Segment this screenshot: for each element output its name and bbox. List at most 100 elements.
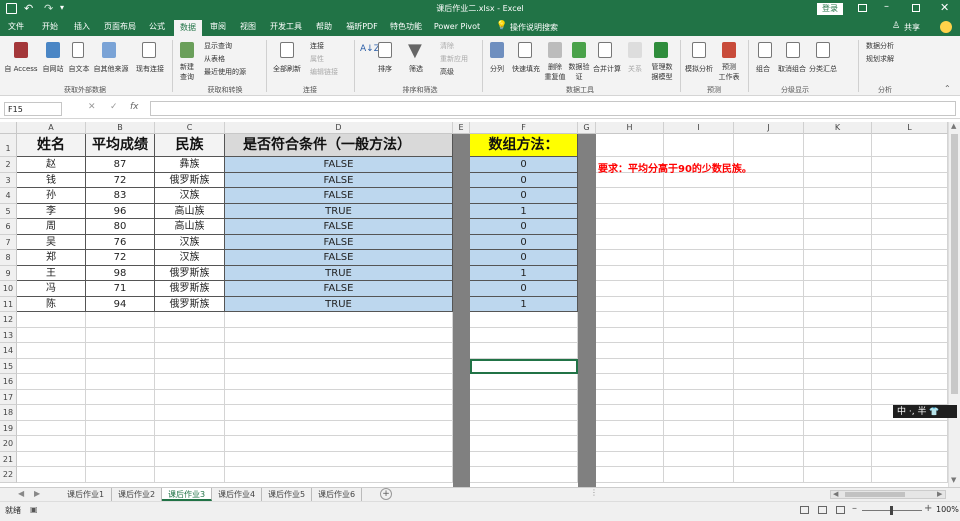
- col-f-cell[interactable]: [470, 327, 578, 343]
- cell-condition[interactable]: FALSE: [225, 172, 453, 188]
- edit-links-button[interactable]: 编辑链接: [310, 67, 338, 77]
- normal-view-icon[interactable]: [800, 506, 809, 514]
- col-a-cell[interactable]: [17, 327, 86, 343]
- col-l-cell[interactable]: [872, 451, 948, 467]
- row-header[interactable]: 19: [0, 420, 17, 436]
- subtotal-button[interactable]: 分类汇总: [808, 64, 838, 74]
- sort-button[interactable]: 排序: [374, 64, 396, 74]
- col-k-cell[interactable]: [804, 134, 872, 157]
- cell-nation[interactable]: 高山族: [155, 203, 225, 219]
- cell-condition[interactable]: FALSE: [225, 250, 453, 266]
- col-j-cell[interactable]: [734, 250, 804, 266]
- tab-insert[interactable]: 插入: [70, 18, 94, 36]
- hscroll-right-icon[interactable]: ▶: [937, 490, 942, 498]
- col-h-cell[interactable]: [596, 134, 664, 157]
- cell-condition[interactable]: FALSE: [225, 157, 453, 173]
- cell-name[interactable]: 郑: [17, 250, 86, 266]
- tab-review[interactable]: 审阅: [206, 18, 230, 36]
- column-header-l[interactable]: L: [872, 122, 948, 134]
- tab-view[interactable]: 视图: [236, 18, 260, 36]
- manage-data-model-button[interactable]: 管理数 据模型: [648, 62, 676, 82]
- column-header-e[interactable]: E: [453, 122, 470, 134]
- cell-array[interactable]: 0: [470, 281, 578, 297]
- col-l-cell[interactable]: [872, 188, 948, 204]
- col-j-cell[interactable]: [734, 436, 804, 452]
- horizontal-scrollbar[interactable]: ◀ ▶: [830, 490, 946, 499]
- tab-foxit-pdf[interactable]: 福昕PDF: [344, 18, 380, 36]
- header-condition[interactable]: 是否符合条件（一般方法）: [225, 134, 453, 157]
- sort-az-icon[interactable]: A↓Z: [360, 44, 380, 54]
- col-l-cell[interactable]: [872, 250, 948, 266]
- cell-condition[interactable]: FALSE: [225, 281, 453, 297]
- col-h-cell[interactable]: [596, 250, 664, 266]
- hscroll-thumb[interactable]: [845, 492, 905, 497]
- col-a-cell[interactable]: [17, 343, 86, 359]
- cell-condition[interactable]: TRUE: [225, 265, 453, 281]
- cell-array[interactable]: 0: [470, 172, 578, 188]
- col-h-cell[interactable]: [596, 327, 664, 343]
- row-header[interactable]: 12: [0, 312, 17, 328]
- tab-features[interactable]: 特色功能: [388, 18, 424, 36]
- col-i-cell[interactable]: [664, 343, 734, 359]
- col-l-cell[interactable]: [872, 281, 948, 297]
- from-text-button[interactable]: 自文本: [66, 64, 92, 74]
- col-h-cell[interactable]: [596, 265, 664, 281]
- ribbon-display-icon[interactable]: [858, 4, 867, 12]
- col-i-cell[interactable]: [664, 389, 734, 405]
- restore-icon[interactable]: [912, 4, 920, 12]
- col-j-cell[interactable]: [734, 219, 804, 235]
- tab-file[interactable]: 文件: [4, 18, 28, 36]
- col-j-cell[interactable]: [734, 467, 804, 483]
- col-c-cell[interactable]: [155, 467, 225, 483]
- col-i-cell[interactable]: [664, 420, 734, 436]
- row-header[interactable]: 18: [0, 405, 17, 421]
- col-l-cell[interactable]: [872, 157, 948, 173]
- col-k-cell[interactable]: [804, 265, 872, 281]
- prev-sheet-icon[interactable]: ◀: [18, 489, 24, 498]
- col-k-cell[interactable]: [804, 203, 872, 219]
- zoom-thumb[interactable]: [890, 506, 893, 515]
- share-button[interactable]: 共享: [904, 22, 920, 33]
- col-l-cell[interactable]: [872, 374, 948, 390]
- cell-array[interactable]: 0: [470, 188, 578, 204]
- col-i-cell[interactable]: [664, 312, 734, 328]
- col-j-cell[interactable]: [734, 358, 804, 374]
- col-k-cell[interactable]: [804, 312, 872, 328]
- col-i-cell[interactable]: [664, 467, 734, 483]
- column-header-k[interactable]: K: [804, 122, 872, 134]
- cell-name[interactable]: 王: [17, 265, 86, 281]
- col-i-cell[interactable]: [664, 219, 734, 235]
- advanced-button[interactable]: 高级: [440, 67, 454, 77]
- col-k-cell[interactable]: [804, 343, 872, 359]
- col-f-cell[interactable]: [470, 374, 578, 390]
- show-queries-button[interactable]: 显示查询: [204, 41, 232, 51]
- cell-score[interactable]: 83: [86, 188, 155, 204]
- page-break-view-icon[interactable]: [836, 506, 845, 514]
- col-k-cell[interactable]: [804, 188, 872, 204]
- col-j-cell[interactable]: [734, 374, 804, 390]
- column-header-d[interactable]: D: [225, 122, 453, 134]
- col-h-cell[interactable]: [596, 405, 664, 421]
- cell-score[interactable]: 96: [86, 203, 155, 219]
- col-l-cell[interactable]: [872, 172, 948, 188]
- col-k-cell[interactable]: [804, 172, 872, 188]
- sheet-options-icon[interactable]: ⋮: [590, 488, 598, 497]
- insert-function-button[interactable]: fx: [130, 102, 139, 112]
- col-i-cell[interactable]: [664, 436, 734, 452]
- col-a-cell[interactable]: [17, 312, 86, 328]
- col-c-cell[interactable]: [155, 389, 225, 405]
- col-d-cell[interactable]: [225, 451, 453, 467]
- reapply-button[interactable]: 重新应用: [440, 54, 468, 64]
- col-j-cell[interactable]: [734, 203, 804, 219]
- col-h-cell[interactable]: [596, 343, 664, 359]
- add-sheet-icon[interactable]: +: [380, 488, 392, 500]
- sheet-tab[interactable]: 课后作业2: [112, 488, 162, 501]
- redo-icon[interactable]: ↷: [44, 2, 53, 15]
- cell-name[interactable]: 冯: [17, 281, 86, 297]
- cell-score[interactable]: 71: [86, 281, 155, 297]
- col-l-cell[interactable]: [872, 343, 948, 359]
- cell-score[interactable]: 76: [86, 234, 155, 250]
- col-b-cell[interactable]: [86, 343, 155, 359]
- column-header-i[interactable]: I: [664, 122, 734, 134]
- col-c-cell[interactable]: [155, 343, 225, 359]
